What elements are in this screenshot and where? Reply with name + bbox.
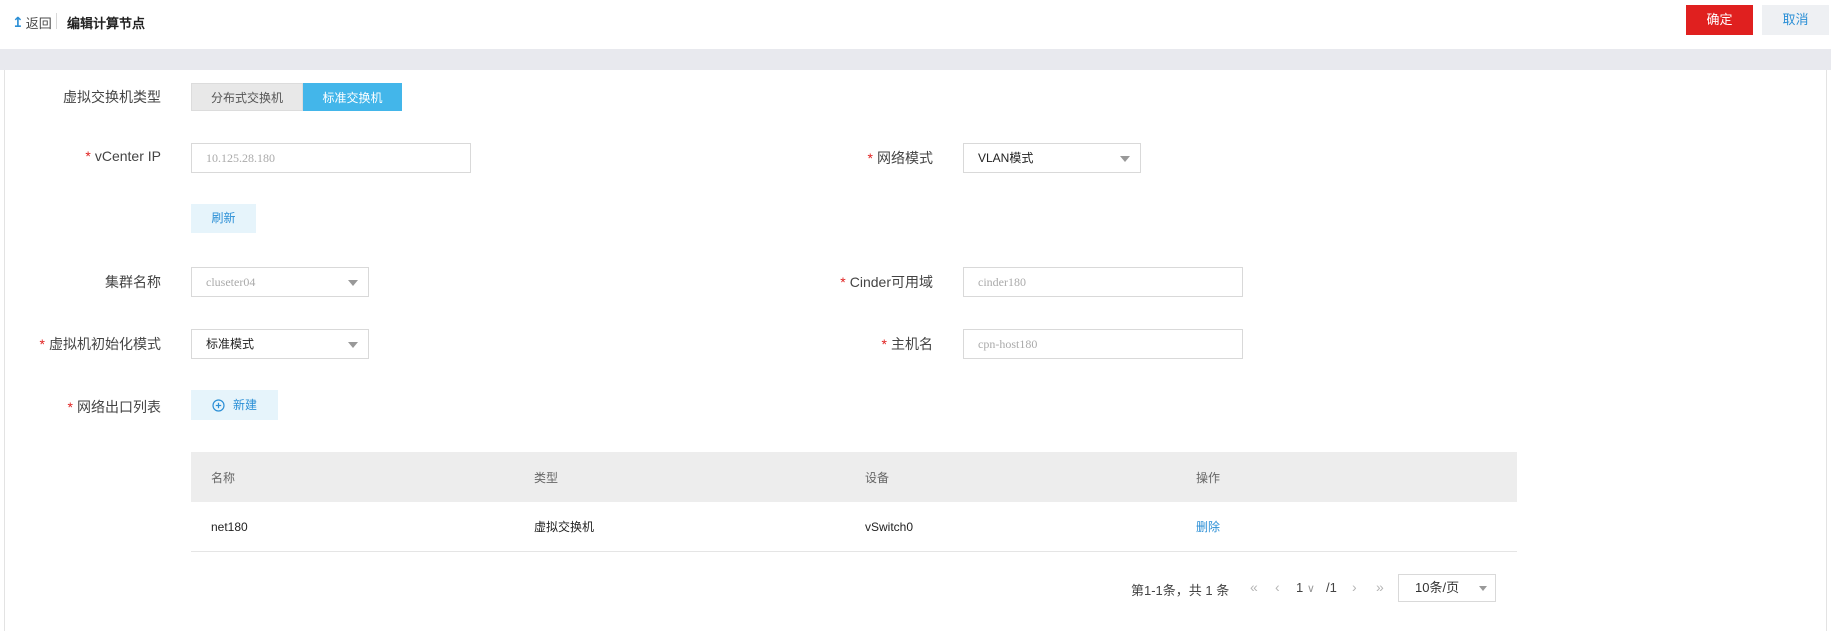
- vm-init-mode-select[interactable]: 标准模式: [191, 329, 369, 359]
- hostname-input[interactable]: cpn-host180: [963, 329, 1243, 359]
- chevron-down-icon: [348, 342, 358, 348]
- column-header-name: 名称: [211, 470, 236, 485]
- chevron-right-icon[interactable]: ›: [1352, 579, 1357, 595]
- cell-name: net180: [211, 519, 248, 534]
- chevron-down-icon: [1479, 586, 1487, 591]
- double-chevron-right-icon[interactable]: »: [1376, 579, 1384, 595]
- delete-link[interactable]: 删除: [1196, 520, 1220, 534]
- back-label: 返回: [25, 16, 52, 31]
- vm-init-mode-label: * 虚拟机初始化模式: [39, 336, 161, 352]
- page-size-select[interactable]: 10条/页: [1398, 574, 1496, 602]
- chevron-down-icon: [1120, 156, 1130, 162]
- confirm-button[interactable]: 确定: [1686, 5, 1753, 35]
- egress-list-label: * 网络出口列表: [67, 399, 161, 415]
- cinder-az-input[interactable]: cinder180: [963, 267, 1243, 297]
- cell-type: 虚拟交换机: [534, 520, 595, 534]
- header-separator-band: [0, 49, 1831, 70]
- chevron-down-icon: [348, 280, 358, 286]
- new-egress-button[interactable]: 新建: [191, 390, 278, 420]
- new-egress-label: 新建: [232, 398, 257, 412]
- network-mode-select[interactable]: VLAN模式: [963, 143, 1141, 173]
- cluster-name-select[interactable]: cluseter04: [191, 267, 369, 297]
- current-page-select[interactable]: 1 ∨: [1296, 580, 1315, 595]
- chevron-down-icon: ∨: [1306, 583, 1315, 595]
- table-header: 名称 类型 设备 操作: [191, 452, 1517, 502]
- column-header-type: 类型: [534, 470, 559, 485]
- page-title: 编辑计算节点: [67, 16, 146, 31]
- arrow-up-icon: ↥: [12, 14, 24, 30]
- refresh-button[interactable]: 刷新: [191, 204, 256, 233]
- distributed-switch-option[interactable]: 分布式交换机: [191, 83, 303, 111]
- back-link[interactable]: ↥ 返回: [12, 13, 52, 32]
- header-divider: [56, 13, 57, 29]
- chevron-left-icon[interactable]: ‹: [1275, 579, 1280, 595]
- egress-table: 名称 类型 设备 操作 net180 虚拟交换机 vSwitch0 删除: [191, 452, 1517, 552]
- double-chevron-left-icon[interactable]: «: [1250, 579, 1258, 595]
- pagination-info: 第1-1条，共 1 条: [1131, 583, 1230, 598]
- network-mode-label: * 网络模式: [867, 150, 933, 166]
- vcenter-ip-input[interactable]: 10.125.28.180: [191, 143, 471, 173]
- total-pages: /1: [1326, 580, 1337, 595]
- vswitch-type-label: 虚拟交换机类型: [63, 89, 161, 105]
- cinder-az-label: * Cinder可用域: [840, 274, 933, 290]
- hostname-label: * 主机名: [881, 336, 933, 352]
- cell-device: vSwitch0: [865, 519, 914, 534]
- vswitch-type-toggle: 分布式交换机 标准交换机: [191, 83, 402, 111]
- column-header-device: 设备: [865, 470, 890, 485]
- top-bar: ↥ 返回 编辑计算节点 确定 取消: [0, 0, 1831, 49]
- cancel-button[interactable]: 取消: [1762, 5, 1829, 35]
- vcenter-ip-label: * vCenter IP: [85, 148, 161, 164]
- column-header-action: 操作: [1196, 470, 1221, 485]
- cluster-name-label: 集群名称: [105, 274, 161, 290]
- table-row: net180 虚拟交换机 vSwitch0 删除: [191, 502, 1517, 552]
- standard-switch-option[interactable]: 标准交换机: [303, 83, 402, 111]
- plus-circle-icon: [212, 398, 225, 412]
